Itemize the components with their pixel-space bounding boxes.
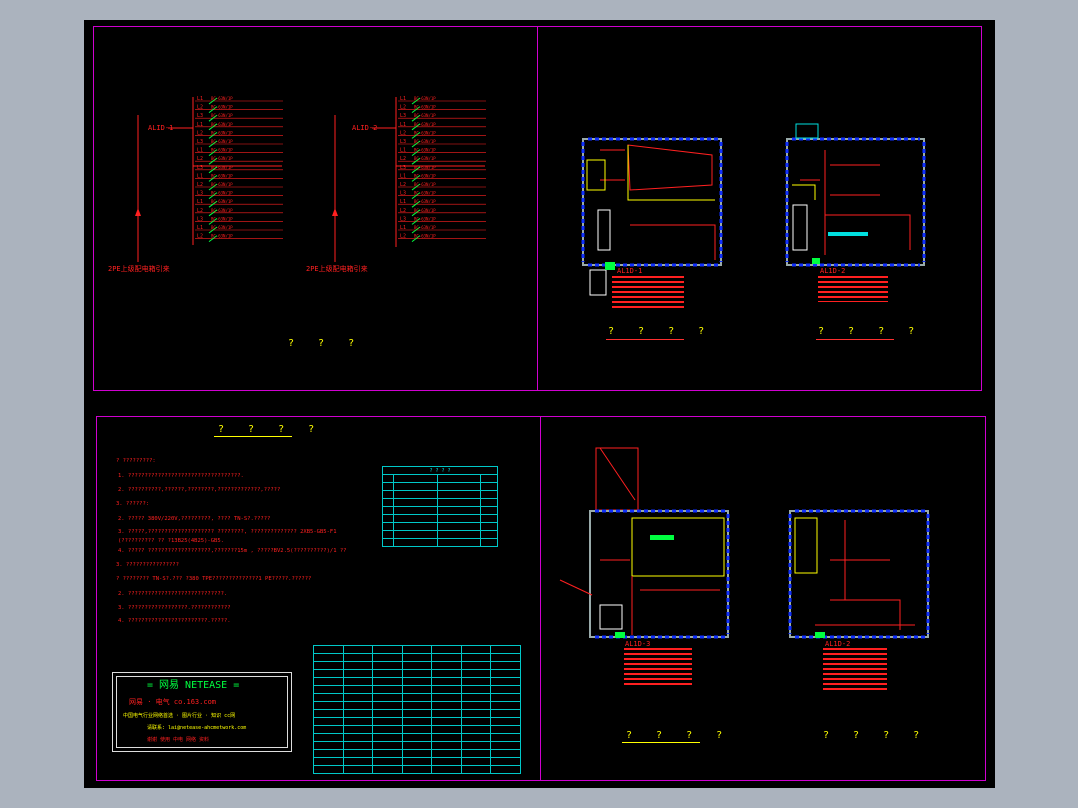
- floor-plan-4: [788, 509, 930, 639]
- plan4-circuit-notes: [823, 648, 887, 692]
- plan4-panel-label: AL1D-2: [825, 640, 851, 648]
- plan4-title: ? ? ? ?: [823, 730, 929, 741]
